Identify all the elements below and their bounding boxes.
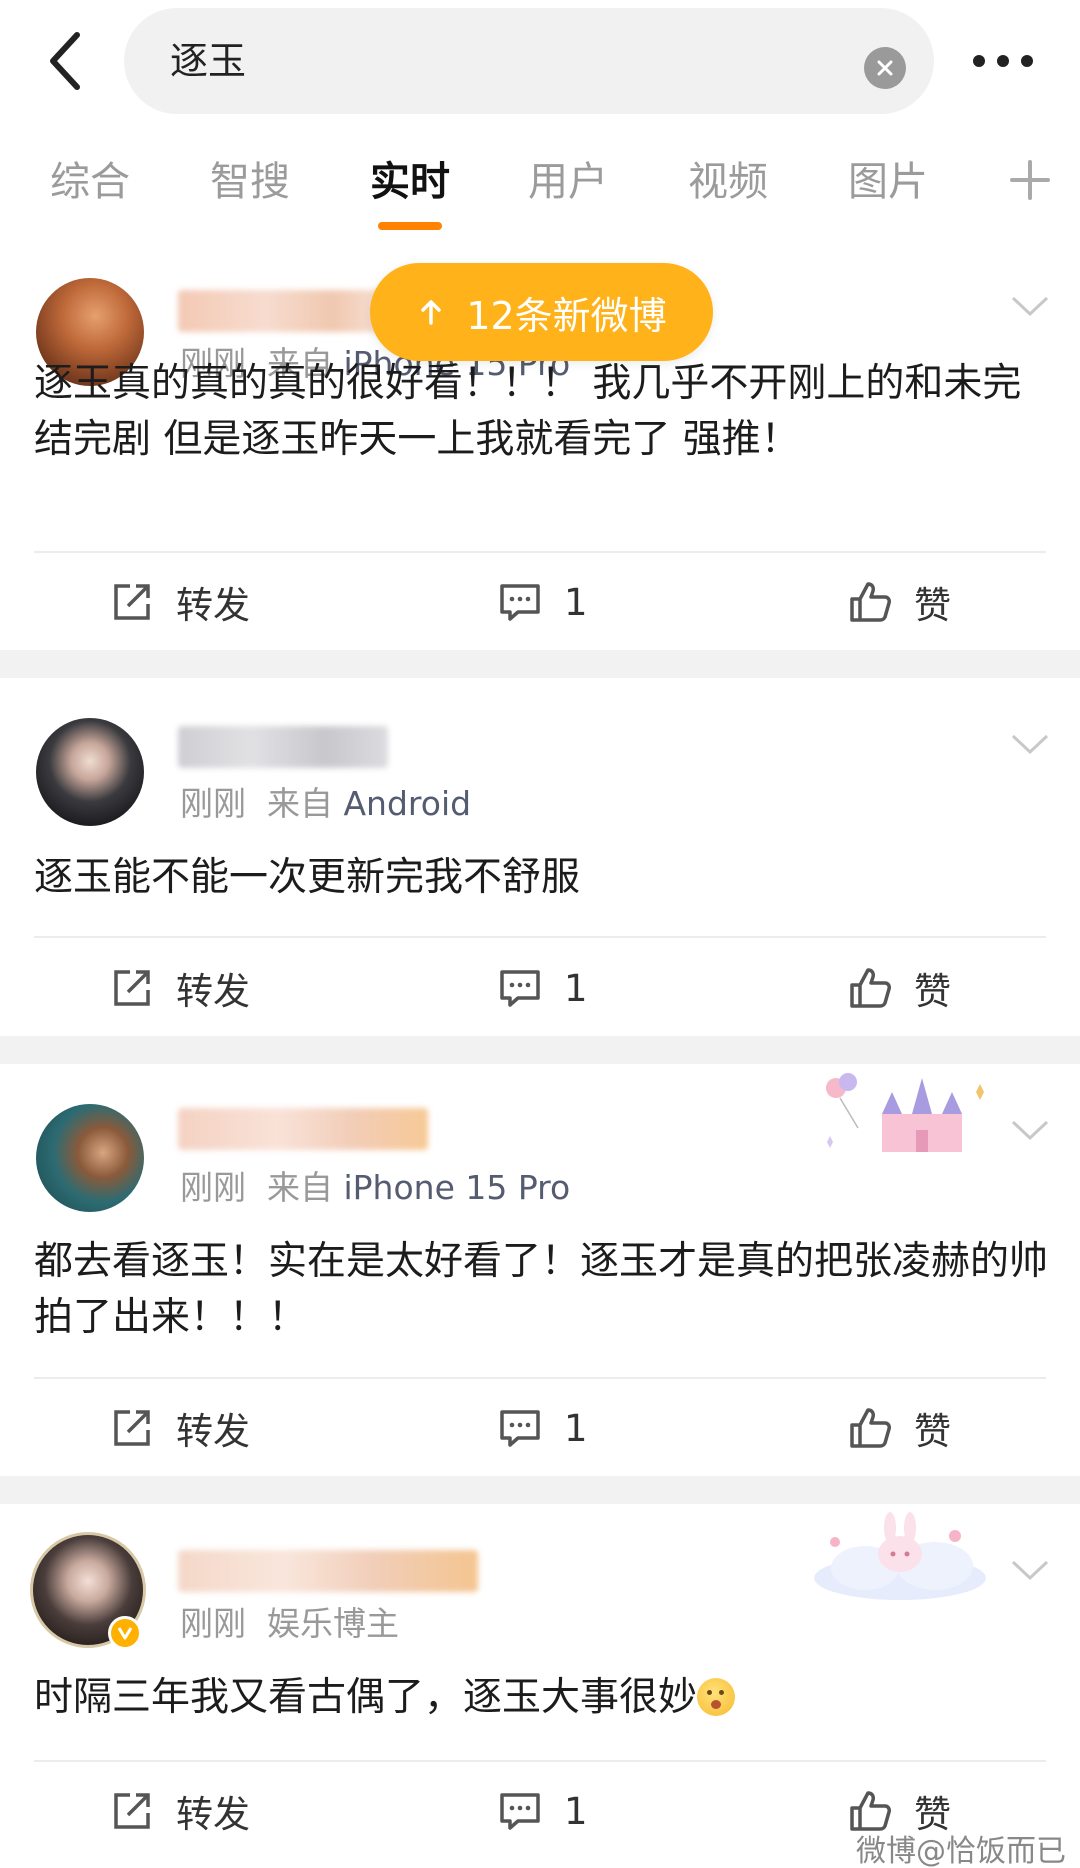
username-blurred[interactable] <box>178 290 398 332</box>
repost-label: 转发 <box>176 1410 250 1453</box>
plus-icon[interactable] <box>1008 158 1052 202</box>
feed-gap <box>0 650 1080 678</box>
verified-badge <box>108 1616 142 1650</box>
username-blurred[interactable] <box>178 1108 428 1150</box>
avatar[interactable] <box>36 718 144 826</box>
avatar[interactable] <box>36 1104 144 1212</box>
comment-count: 1 <box>564 966 588 1010</box>
chevron-left-icon <box>50 32 80 90</box>
like-button[interactable]: 赞 <box>848 940 951 1036</box>
post-text: 时隔三年我又看古偶了，逐玉大事很妙 <box>34 1675 698 1720</box>
chevron-down-icon[interactable] <box>1010 1118 1050 1142</box>
active-tab-indicator <box>378 222 442 230</box>
clear-search-button[interactable] <box>864 47 906 89</box>
post-source[interactable]: iPhone 15 Pro <box>343 1168 570 1207</box>
new-posts-toast[interactable]: 12条新微博 <box>370 263 713 361</box>
post-actions: 转发 1 赞 <box>0 940 1080 1036</box>
arrow-up-icon <box>416 297 446 327</box>
thumbs-up-icon <box>850 1408 891 1448</box>
repost-label: 转发 <box>176 584 250 627</box>
thumbs-up-icon <box>850 968 891 1008</box>
feed-gap <box>0 1036 1080 1064</box>
post-card: 刚刚 来自 Android 逐玉能不能一次更新完我不舒服 转发 1 赞 <box>0 678 1080 1036</box>
wow-emoji-icon <box>697 1678 736 1716</box>
repost-button[interactable]: 转发 <box>110 1380 250 1476</box>
post-time: 刚刚 <box>180 784 246 823</box>
repost-label: 转发 <box>176 1793 250 1836</box>
chevron-down-icon[interactable] <box>1010 732 1050 756</box>
post-actions: 转发 1 赞 <box>0 554 1080 650</box>
username-blurred[interactable] <box>178 1550 478 1592</box>
divider <box>34 936 1046 938</box>
comment-icon <box>500 970 540 1007</box>
source-prefix: 来自 <box>266 1168 333 1207</box>
search-input[interactable]: 逐玉 <box>124 8 934 114</box>
tab-users[interactable]: 用户 <box>528 154 608 210</box>
repost-label: 转发 <box>176 970 250 1013</box>
share-icon <box>114 970 150 1006</box>
comment-button[interactable]: 1 <box>498 1763 588 1859</box>
share-icon <box>114 1793 150 1829</box>
post-meta: 刚刚 娱乐博主 <box>180 1602 399 1646</box>
post-content: 时隔三年我又看古偶了，逐玉大事很妙 <box>34 1670 1054 1726</box>
divider <box>34 1377 1046 1379</box>
top-bar: 逐玉 <box>0 0 1080 125</box>
like-button[interactable]: 赞 <box>848 1380 951 1476</box>
post-content: 逐玉能不能一次更新完我不舒服 <box>34 855 581 900</box>
comment-button[interactable]: 1 <box>498 554 588 650</box>
share-icon <box>114 1410 150 1446</box>
tab-videos[interactable]: 视频 <box>688 154 768 210</box>
post-meta: 刚刚 来自 iPhone 15 Pro <box>180 1166 570 1210</box>
comment-icon <box>500 584 540 621</box>
post-time: 刚刚 <box>180 1604 246 1643</box>
close-icon <box>877 60 893 76</box>
feed-gap <box>0 1476 1080 1504</box>
chevron-down-icon[interactable] <box>1010 294 1050 318</box>
like-label: 赞 <box>914 1410 951 1453</box>
tab-all[interactable]: 综合 <box>50 154 130 210</box>
source-prefix: 来自 <box>266 784 333 823</box>
comment-button[interactable]: 1 <box>498 940 588 1036</box>
post-meta: 刚刚 来自 Android <box>180 782 471 826</box>
repost-button[interactable]: 转发 <box>110 1763 250 1859</box>
tab-realtime[interactable]: 实时 <box>370 154 450 210</box>
comment-icon <box>500 1410 540 1447</box>
search-tabs: 综合 智搜 实时 用户 视频 图片 <box>0 140 1080 240</box>
watermark-text: 微博@恰饭而已 <box>856 1834 1066 1868</box>
search-query: 逐玉 <box>170 39 247 83</box>
comment-count: 1 <box>564 1789 588 1833</box>
username-blurred[interactable] <box>178 726 388 768</box>
tab-images[interactable]: 图片 <box>848 154 928 210</box>
repost-button[interactable]: 转发 <box>110 940 250 1036</box>
comment-count: 1 <box>564 1406 588 1450</box>
post-content: 都去看逐玉！实在是太好看了！逐玉才是真的把张凌赫的帅拍了出来！！！ <box>34 1239 1049 1340</box>
divider <box>34 551 1046 553</box>
like-button[interactable]: 赞 <box>848 554 951 650</box>
tab-smart-search[interactable]: 智搜 <box>210 154 290 210</box>
like-label: 赞 <box>914 584 951 627</box>
divider <box>34 1760 1046 1762</box>
more-options-button[interactable] <box>968 36 1038 86</box>
post-actions: 转发 1 赞 <box>0 1380 1080 1476</box>
like-label: 赞 <box>914 970 951 1013</box>
back-button[interactable] <box>40 28 90 94</box>
post-source[interactable]: Android <box>343 784 471 823</box>
comment-icon <box>500 1793 540 1830</box>
castle-decoration-icon <box>826 1073 984 1152</box>
more-dots-icon <box>973 55 1033 67</box>
comment-button[interactable]: 1 <box>498 1380 588 1476</box>
post-card: 刚刚 来自 iPhone 15 Pro 都去看逐玉！实在是太好看了！逐玉才是真的… <box>0 1064 1080 1476</box>
post-time: 刚刚 <box>180 1168 246 1207</box>
repost-button[interactable]: 转发 <box>110 554 250 650</box>
bunny-cloud-decoration-icon <box>814 1512 986 1600</box>
post-card: 刚刚 娱乐博主 时隔三年我又看古偶了，逐玉大事很妙 转发 1 赞 <box>0 1504 1080 1868</box>
chevron-down-icon[interactable] <box>1010 1558 1050 1582</box>
toast-label: 12条新微博 <box>466 293 667 338</box>
post-source: 娱乐博主 <box>266 1604 399 1643</box>
share-icon <box>114 584 150 620</box>
verified-v-icon <box>117 1627 133 1640</box>
post-content: 逐玉真的真的真的很好看！！！ 我几乎不开刚上的和未完结完剧 但是逐玉昨天一上我就… <box>34 361 1022 462</box>
thumbs-up-icon <box>850 582 891 622</box>
comment-count: 1 <box>564 580 588 624</box>
